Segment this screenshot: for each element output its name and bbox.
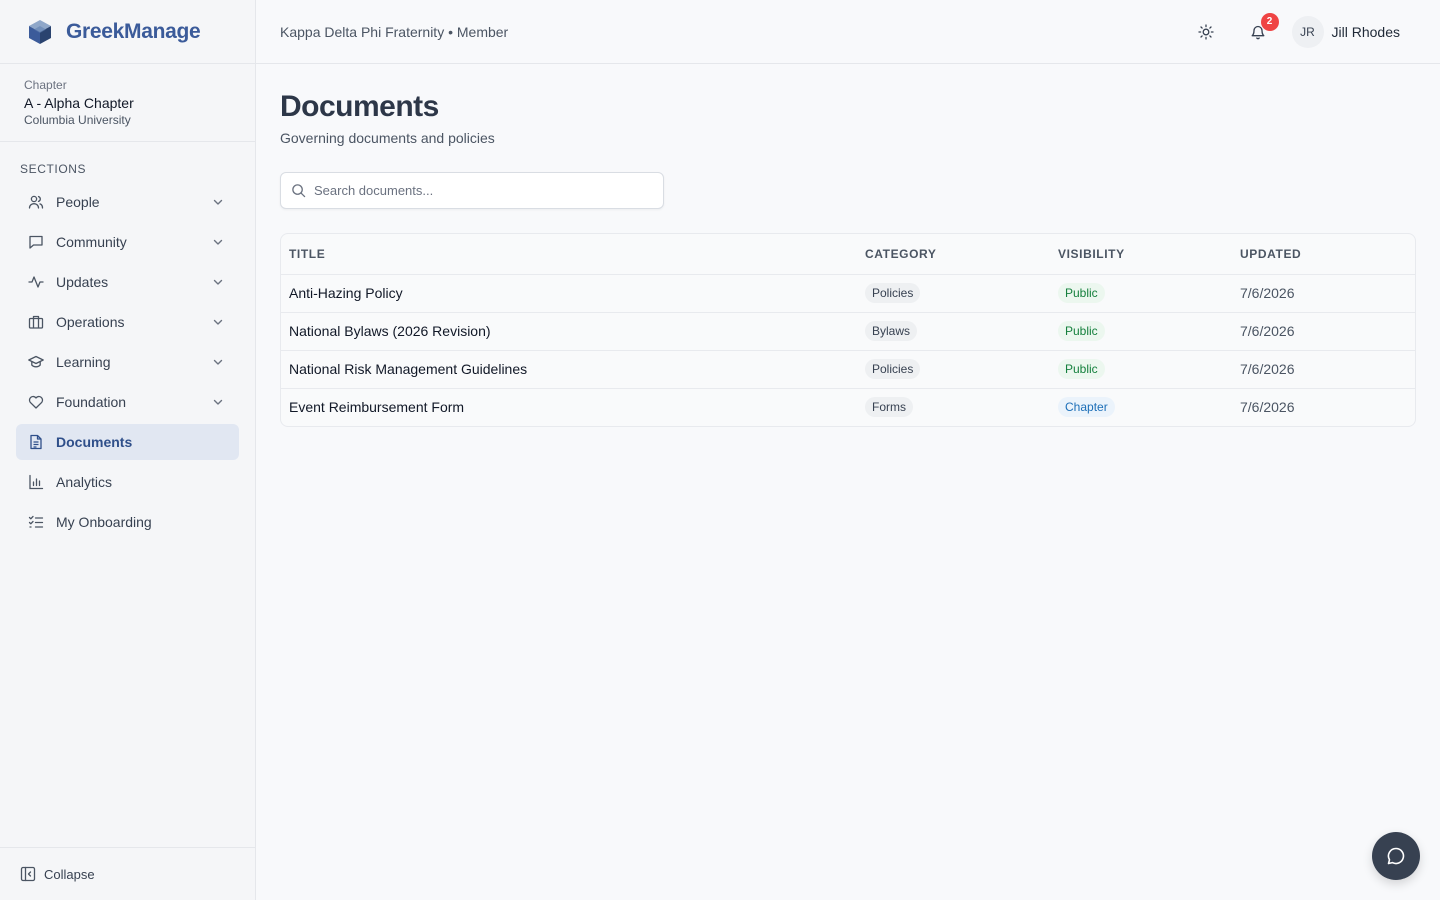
category-badge: Forms (865, 397, 913, 418)
org-role-line: Kappa Delta Phi Fraternity • Member (280, 23, 509, 40)
updated-date: 7/6/2026 (1232, 312, 1415, 351)
visibility-cell: Public (1050, 350, 1232, 389)
chevron-down-icon (211, 355, 225, 369)
top-bar: Kappa Delta Phi Fraternity • Member 2 JR… (256, 0, 1440, 64)
sidebar-item-analytics[interactable]: Analytics (16, 464, 239, 500)
category-cell: Policies (857, 350, 1050, 389)
sidebar-item-label: Analytics (56, 474, 113, 490)
updated-date: 7/6/2026 (1232, 274, 1415, 313)
updated-date: 7/6/2026 (1232, 350, 1415, 389)
document-title[interactable]: Event Reimbursement Form (281, 388, 857, 426)
sidebar-item-label: Updates (56, 274, 109, 290)
chat-bubble-icon (1387, 847, 1405, 865)
search-input[interactable] (314, 183, 663, 198)
category-cell: Forms (857, 388, 1050, 426)
collapse-label: Collapse (44, 866, 95, 882)
collapse-sidebar-button[interactable]: Collapse (0, 847, 255, 900)
chevron-down-icon (211, 315, 225, 329)
user-name: Jill Rhodes (1331, 23, 1400, 40)
visibility-badge: Public (1058, 359, 1105, 379)
chapter-switcher[interactable]: Chapter A - Alpha Chapter Columbia Unive… (0, 64, 255, 142)
chevron-down-icon (211, 195, 225, 209)
table-row[interactable]: National Bylaws (2026 Revision) Bylaws P… (281, 312, 1415, 351)
file-text-icon (28, 434, 44, 450)
graduation-cap-icon (28, 354, 44, 370)
column-header-updated[interactable]: UPDATED (1232, 234, 1415, 275)
chevron-down-icon (211, 395, 225, 409)
search-icon (291, 183, 306, 198)
search-box (280, 172, 664, 209)
sidebar-item-label: Foundation (56, 394, 127, 410)
sidebar-item-learning[interactable]: Learning (16, 344, 239, 380)
sidebar-item-label: Operations (56, 314, 125, 330)
notification-count-badge: 2 (1260, 12, 1279, 31)
chevron-down-icon (211, 275, 225, 289)
app-name: GreekManage (66, 19, 201, 43)
sidebar-item-my-onboarding[interactable]: My Onboarding (16, 504, 239, 540)
category-badge: Policies (865, 283, 921, 303)
sidebar-item-label: People (56, 194, 100, 210)
sections-label: SECTIONS (20, 162, 87, 176)
chapter-name: A - Alpha Chapter (24, 95, 134, 111)
document-title[interactable]: National Risk Management Guidelines (281, 350, 857, 389)
column-header-visibility[interactable]: VISIBILITY (1050, 234, 1232, 275)
avatar: JR (1291, 15, 1324, 48)
sidebar-item-updates[interactable]: Updates (16, 264, 239, 300)
table-row[interactable]: Event Reimbursement Form Forms Chapter 7… (281, 388, 1415, 426)
cube-logo-icon (29, 19, 51, 44)
sidebar-item-foundation[interactable]: Foundation (16, 384, 239, 420)
chevron-down-icon (211, 235, 225, 249)
sidebar: GreekManage Chapter A - Alpha Chapter Co… (0, 0, 256, 900)
chapter-school: Columbia University (24, 113, 131, 127)
theme-toggle-button[interactable] (1190, 16, 1222, 48)
panel-collapse-icon (20, 866, 36, 882)
main-content: Documents Governing documents and polici… (280, 88, 1416, 427)
visibility-badge: Public (1058, 283, 1105, 303)
column-header-title[interactable]: TITLE (281, 234, 857, 275)
visibility-cell: Public (1050, 312, 1232, 351)
chat-button[interactable] (1372, 832, 1420, 880)
sidebar-item-label: My Onboarding (56, 514, 152, 530)
sidebar-item-documents[interactable]: Documents (16, 424, 239, 460)
document-title[interactable]: Anti-Hazing Policy (281, 274, 857, 313)
table-row[interactable]: National Risk Management Guidelines Poli… (281, 350, 1415, 389)
table-header-row: TITLE CATEGORY VISIBILITY UPDATED (281, 234, 1415, 275)
category-cell: Bylaws (857, 312, 1050, 351)
heart-icon (28, 394, 44, 410)
updated-date: 7/6/2026 (1240, 399, 1295, 416)
page-subtitle: Governing documents and policies (280, 130, 495, 146)
checklist-icon (28, 514, 44, 530)
briefcase-icon (28, 314, 44, 330)
category-badge: Policies (865, 359, 921, 379)
sun-icon (1197, 23, 1214, 40)
chat-icon (28, 234, 44, 250)
sidebar-nav: People Community Updates Operations Lear… (0, 184, 255, 540)
sidebar-item-people[interactable]: People (16, 184, 239, 220)
column-header-category[interactable]: CATEGORY (857, 234, 1050, 275)
document-title[interactable]: National Bylaws (2026 Revision) (281, 312, 857, 351)
sidebar-item-label: Community (56, 234, 127, 250)
sidebar-item-label: Learning (56, 354, 111, 370)
people-icon (28, 194, 44, 210)
visibility-cell: Chapter (1050, 388, 1232, 426)
category-cell: Policies (857, 274, 1050, 313)
activity-icon (28, 274, 44, 290)
notifications-button[interactable]: 2 (1242, 12, 1279, 48)
brand[interactable]: GreekManage (0, 0, 255, 64)
visibility-cell: Public (1050, 274, 1232, 313)
visibility-badge: Public (1058, 321, 1105, 341)
chapter-label: Chapter (24, 78, 67, 92)
bar-chart-icon (28, 474, 44, 490)
table-row[interactable]: Anti-Hazing Policy Policies Public 7/6/2… (281, 274, 1415, 313)
documents-table: TITLE CATEGORY VISIBILITY UPDATED Anti-H… (280, 233, 1416, 427)
visibility-badge: Chapter (1058, 397, 1115, 418)
category-badge: Bylaws (865, 321, 918, 341)
user-menu[interactable]: JR Jill Rhodes (1291, 15, 1400, 48)
sidebar-item-label: Documents (56, 434, 133, 450)
page-title: Documents (280, 90, 439, 123)
sidebar-item-operations[interactable]: Operations (16, 304, 239, 340)
sidebar-item-community[interactable]: Community (16, 224, 239, 260)
